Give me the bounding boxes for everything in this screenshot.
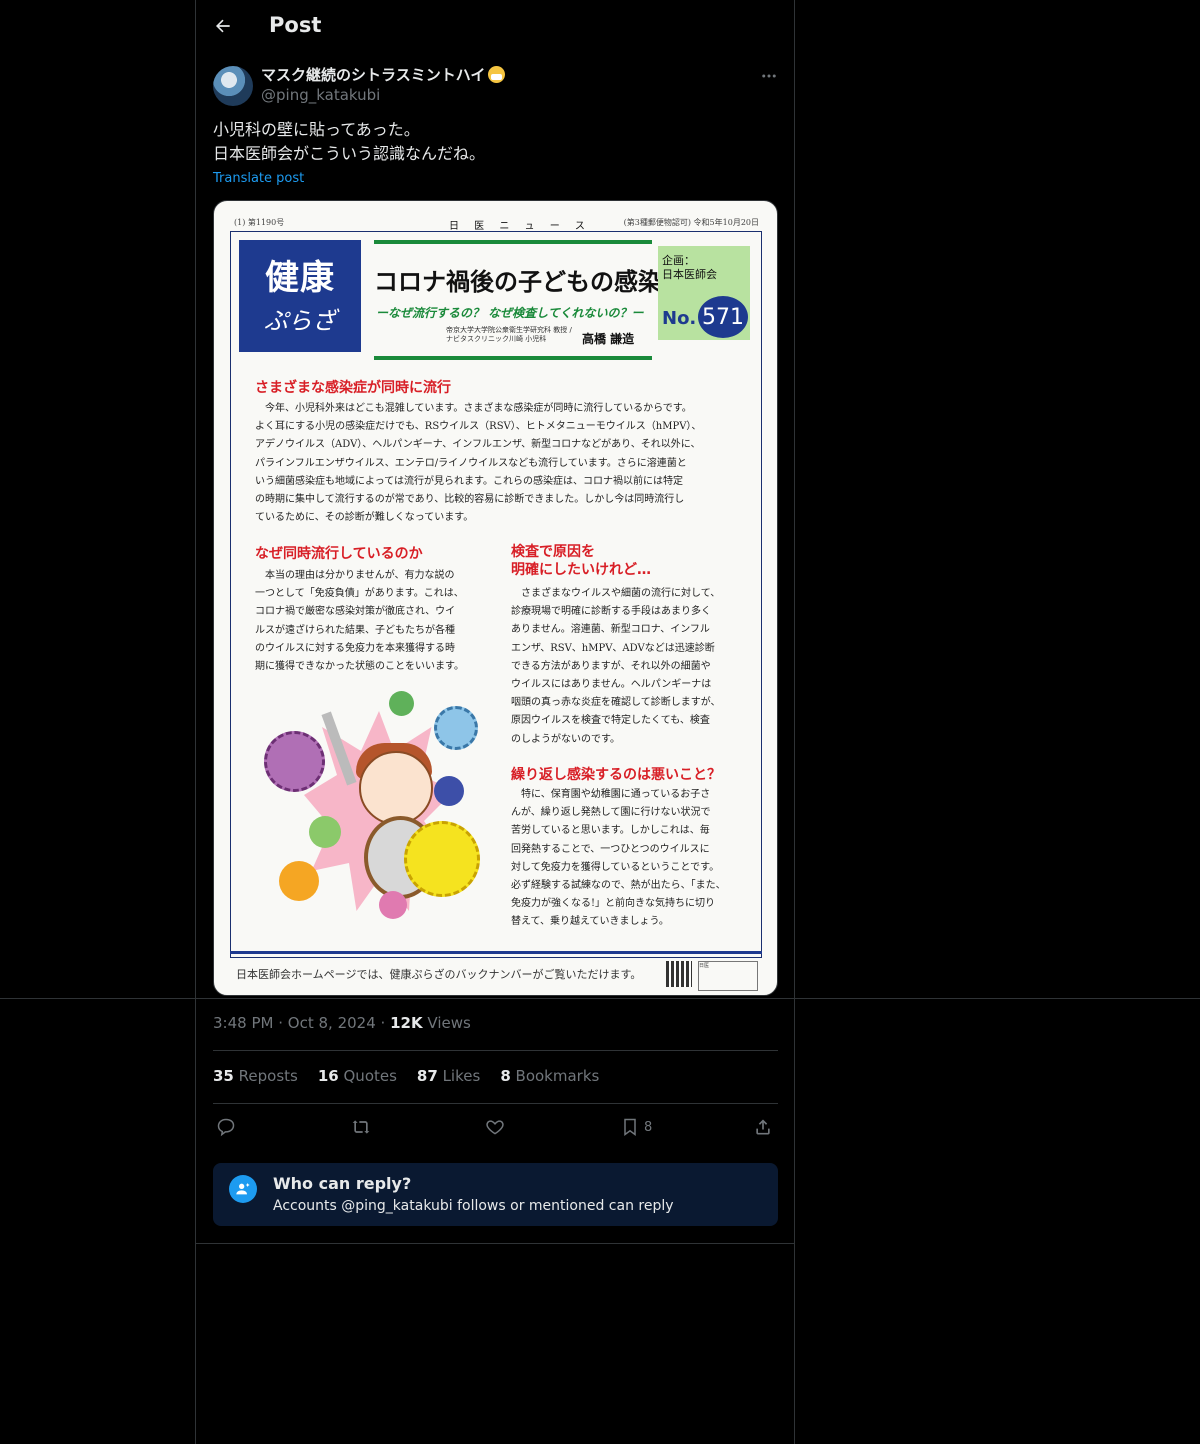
virus-icon <box>264 731 325 792</box>
publication-date: (第3種郵便物認可) 令和5年10月20日 <box>623 218 759 227</box>
quotes-stat[interactable]: 16 Quotes <box>318 1067 397 1085</box>
section-body: さまざまなウイルスや細菌の流行に対して、 診療現場で明確に診断する手段はあまり多… <box>511 588 721 745</box>
section-title: なぜ同時流行しているのか <box>255 546 423 562</box>
post-time[interactable]: 3:48 PM <box>213 1014 273 1032</box>
section-body: 特に、保育園や幼稚園に通っているお子さ んが、繰り返し発熱して園に行けない状況で… <box>511 789 726 928</box>
section-body: 今年、小児科外来はどこも混雑しています。さまざまな感染症が同時に流行しているから… <box>255 403 702 524</box>
heart-icon <box>486 1120 504 1135</box>
quotes-label: Quotes <box>343 1067 397 1085</box>
virus-icon <box>379 891 407 919</box>
newspaper-footer: 日本医師会ホームページでは、健康ぷらざのバックナンバーがご覧いただけます。 <box>236 968 642 981</box>
like-button[interactable] <box>485 1112 505 1142</box>
search-box-note: 日医 <box>698 961 758 991</box>
avatar[interactable] <box>213 66 253 106</box>
bookmarks-label: Bookmarks <box>515 1067 600 1085</box>
newspaper-name: 日 医 ニ ュ ー ス <box>449 221 591 232</box>
section-title: 繰り返し感染するのは悪いこと？ <box>511 767 721 783</box>
headline-box: コロナ禍後の子どもの感染症 ーなぜ流行するの？ なぜ検査してくれないの？ー 帝京… <box>374 240 686 360</box>
bookmark-icon <box>624 1118 636 1136</box>
separator: · <box>380 1014 386 1032</box>
top-bar: Post <box>196 0 794 54</box>
share-button[interactable] <box>753 1112 773 1142</box>
more-options-button[interactable] <box>757 64 781 88</box>
user-mention-icon <box>229 1175 257 1203</box>
views-label: Views <box>427 1014 471 1032</box>
section-title: さまざまな感染症が同時に流行 <box>255 380 451 396</box>
tweet-image[interactable]: (1) 第1190号 日 医 ニ ュ ー ス (第3種郵便物認可) 令和5年10… <box>213 200 778 996</box>
translate-post-link[interactable]: Translate post <box>213 171 304 186</box>
qr-code-icon <box>666 961 692 987</box>
issue-prefix: No. <box>662 308 697 329</box>
repost-icon <box>352 1120 370 1134</box>
share-icon <box>756 1119 770 1135</box>
tweet-text: 小児科の壁に貼ってあった。 日本医師会がこういう認識なんだね。 <box>213 118 773 166</box>
article-subhead: ーなぜ流行するの？ なぜ検査してくれないの？ー <box>376 306 644 320</box>
virus-icon <box>309 816 341 848</box>
author-affiliation: 帝京大学大学院公衆衛生学研究科 教授 / ナビタスクリニック川崎 小児科 <box>446 326 572 343</box>
tweet-line: 日本医師会がこういう認識なんだね。 <box>213 144 486 163</box>
bookmark-count: 8 <box>644 1119 653 1135</box>
author-handle[interactable]: @ping_katakubi <box>261 86 380 104</box>
back-button[interactable] <box>206 9 240 43</box>
issue-number: 571 <box>698 296 748 338</box>
reposts-count: 35 <box>213 1067 234 1085</box>
reply-restriction-notice: Who can reply? Accounts @ping_katakubi f… <box>213 1163 778 1226</box>
arrow-left-icon <box>216 19 230 33</box>
virus-icon <box>434 706 478 750</box>
divider <box>213 1103 778 1104</box>
quotes-count: 16 <box>317 1067 339 1085</box>
virus-icon <box>404 821 480 897</box>
section-body: 本当の理由は分かりませんが、有力な説の 一つとして「免疫負債」があります。これは… <box>255 570 464 673</box>
bookmarks-stat[interactable]: 8 Bookmarks <box>500 1067 599 1085</box>
logo-bottom: ぷらざ <box>264 307 336 335</box>
illustration <box>254 691 499 926</box>
newspaper-header: (1) 第1190号 日 医 ニ ュ ー ス (第3種郵便物認可) 令和5年10… <box>234 217 759 232</box>
engagement-stats: 35 Reposts 16 Quotes 87 Likes 8 Bookmark… <box>213 1067 599 1085</box>
article-headline: コロナ禍後の子どもの感染症 <box>374 267 686 296</box>
author-display-name[interactable]: マスク継続のシトラスミントハイ <box>261 64 506 85</box>
virus-icon <box>434 776 464 806</box>
reply-button[interactable] <box>216 1112 236 1142</box>
likes-count: 87 <box>416 1067 438 1085</box>
child-face <box>359 751 433 825</box>
tweet-line: 小児科の壁に貼ってあった。 <box>213 120 420 139</box>
reply-icon <box>217 1118 235 1137</box>
more-horizontal-icon <box>762 74 776 78</box>
issue-info: (1) 第1190号 <box>234 218 285 227</box>
logo-top: 健康 <box>265 258 335 298</box>
page-title: Post <box>269 13 322 37</box>
views-count: 12K <box>390 1014 423 1032</box>
footer-rule <box>230 951 762 954</box>
article-author: 高橋 謙造 <box>582 332 635 346</box>
author-name-text: マスク継続のシトラスミントハイ <box>261 66 486 84</box>
likes-label: Likes <box>442 1067 481 1085</box>
plan-label-text: 企画： <box>662 254 695 267</box>
post-date[interactable]: Oct 8, 2024 <box>288 1014 376 1032</box>
main-column: Post マスク継続のシトラスミントハイ @ping_katakubi 小児科の… <box>195 0 795 1444</box>
separator: · <box>278 1014 284 1032</box>
action-bar: 8 <box>213 1112 778 1142</box>
mask-face-icon <box>488 66 506 83</box>
bookmark-button[interactable]: 8 <box>620 1112 652 1142</box>
reply-restriction-title: Who can reply? <box>273 1174 412 1193</box>
repost-button[interactable] <box>350 1112 372 1142</box>
reposts-label: Reposts <box>238 1067 298 1085</box>
virus-icon <box>389 691 414 716</box>
issue-box: 企画： 日本医師会 No. 571 <box>658 246 750 340</box>
column-logo: 健康 ぷらざ <box>239 240 361 352</box>
reposts-stat[interactable]: 35 Reposts <box>213 1067 298 1085</box>
likes-stat[interactable]: 87 Likes <box>417 1067 480 1085</box>
person-icon <box>236 1183 250 1195</box>
plan-org: 日本医師会 <box>662 268 717 281</box>
plan-label: 企画： 日本医師会 <box>662 254 717 282</box>
virus-icon <box>279 861 319 901</box>
reply-restriction-subtitle: Accounts @ping_katakubi follows or menti… <box>273 1198 674 1214</box>
post-timestamp: 3:48 PM · Oct 8, 2024 · 12K Views <box>213 1014 471 1032</box>
search-box-text: 日医 <box>699 963 710 969</box>
section-title: 検査で原因を 明確にしたいけれど… <box>511 544 651 578</box>
divider <box>213 1050 778 1051</box>
bookmarks-count: 8 <box>500 1067 511 1085</box>
